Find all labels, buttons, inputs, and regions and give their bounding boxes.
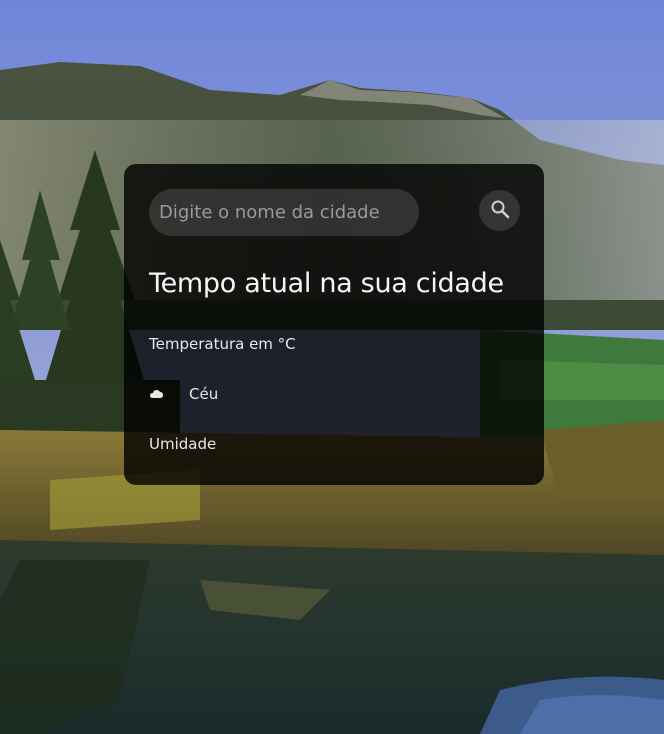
sky-row: Céu [149,385,519,403]
weather-title: Tempo atual na sua cidade [149,268,504,299]
weather-card: Tempo atual na sua cidade Temperatura em… [124,164,544,485]
temperature-label: Temperatura em °C [149,335,296,353]
sky-label: Céu [189,385,219,403]
city-search-input[interactable] [149,189,419,236]
cloud-icon [149,387,167,401]
humidity-label: Umidade [149,435,217,453]
search-row [149,189,520,236]
search-icon [490,199,510,222]
search-button[interactable] [479,190,520,231]
